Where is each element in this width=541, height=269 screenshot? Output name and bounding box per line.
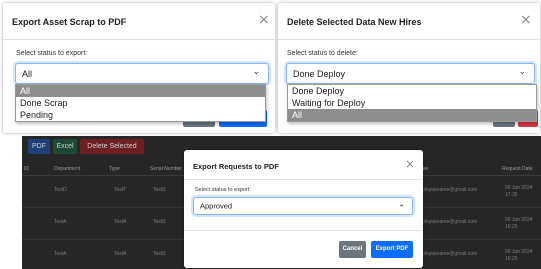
export-requests-modal: Export Requests to PDF × Select status t… [184,150,423,268]
selected-value: Done Deploy [293,68,346,79]
column-header: Type [109,166,120,172]
cell-type: TestA [114,219,127,225]
close-icon[interactable]: × [258,12,270,28]
divider [184,179,423,180]
cancel-button[interactable]: Cancel [339,241,366,258]
close-icon[interactable]: × [405,157,415,171]
cell-department: TestA [54,251,67,257]
column-header: Department [54,166,81,172]
column-header: ID [24,166,29,172]
cell-type: TestT [114,187,127,193]
option-waiting-for-deploy[interactable]: Waiting for Deploy [288,97,536,109]
status-select[interactable]: Done Deploy ⌄ [286,63,535,84]
cell-time: 18:25 [505,256,518,262]
selected-value: Approved [200,201,233,211]
option-done-scrap[interactable]: Done Scrap [16,97,265,109]
option-done-deploy[interactable]: Done Deploy [288,85,536,97]
option-pending[interactable]: Pending [16,109,265,121]
chevron-down-icon: ⌄ [398,199,405,209]
divider [184,230,423,231]
status-select[interactable]: All ⌄ [15,63,269,84]
column-header: Request Date [502,166,533,172]
cell-time: 18:25 [505,224,518,230]
cell-employee: eimployeename@gmail.com [414,187,478,193]
select-status-label: Select status to delete: [287,50,358,57]
selected-value: All [22,68,33,79]
delete-selected-button[interactable]: Delete Selected [80,139,144,154]
cell-date: 05 Jun 2024 [505,217,533,223]
status-select[interactable]: Approved ⌄ [193,197,413,215]
status-dropdown-list: Done Deploy Waiting for Deploy All [287,84,537,122]
cell-department: TestA [54,219,67,225]
chevron-down-icon: ⌄ [518,66,526,77]
cell-date: 06 Jun 2024 [505,249,533,255]
cell-employee: eimployeename@gmail.com [414,219,478,225]
column-header: Serial Number [150,166,182,172]
chevron-down-icon: ⌄ [252,66,260,77]
close-icon[interactable]: × [520,12,532,28]
cell-time: 17:35 [505,192,518,198]
cell-date: 06 Jun 2024 [505,185,533,191]
divider [3,39,275,40]
option-all[interactable]: All [16,85,265,97]
modal-title: Delete Selected Data New Hires [287,17,422,27]
status-dropdown-list: All Done Scrap Pending [15,84,266,122]
cell-serial: TestS [153,219,166,225]
modal-title: Export Requests to PDF [193,162,279,171]
cell-employee: eimployeename@gmail.com [414,251,478,257]
cell-type: TestA [114,251,127,257]
cell-serial: TestS [153,187,166,193]
cell-serial: TestS [153,251,166,257]
excel-button[interactable]: Excel [53,139,77,154]
divider [278,39,540,40]
modal-title: Export Asset Scrap to PDF [12,17,127,27]
select-status-label: Select status to export: [16,50,88,57]
select-status-label: Select status to export: [195,187,251,193]
export-pdf-button[interactable]: Export PDF [371,241,413,258]
pdf-button[interactable]: PDF [28,139,50,154]
option-all[interactable]: All [288,109,536,121]
cell-department: TestD [54,187,67,193]
